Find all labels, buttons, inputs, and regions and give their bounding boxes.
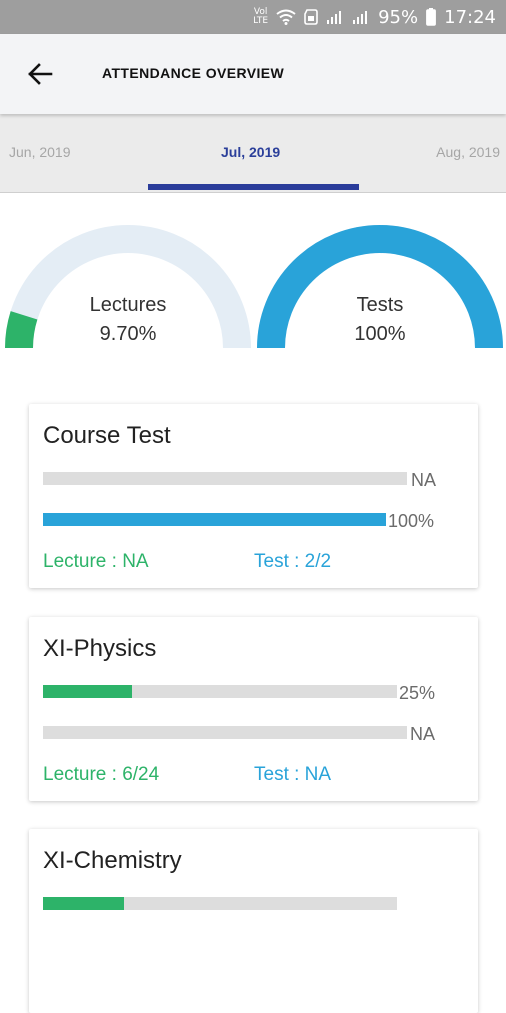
test-progress-percent: 100% [388,511,435,531]
arrow-left-icon [28,63,53,85]
page-title: ATTENDANCE OVERVIEW [102,65,285,81]
lecture-progress-bar [43,472,407,485]
test-count: Test : 2/2 [254,551,332,572]
tests-value: 100% [354,323,406,345]
app-bar: ATTENDANCE OVERVIEW [0,34,506,114]
tab-current-month[interactable]: Jul, 2019 [221,144,280,160]
course-name: Course Test [43,422,171,449]
lecture-progress-bar [43,897,397,910]
course-card-course-test[interactable]: Course Test NA 100% Lecture : NA Test : … [29,404,478,588]
lecture-count: Lecture : NA [43,551,149,572]
status-icons: Vol LTE 95% 17:24 [253,0,496,34]
test-progress-bar [43,513,386,526]
lectures-label: Lectures [89,294,167,316]
test-count: Test : NA [254,764,332,785]
lecture-progress-percent: 25% [399,683,436,703]
course-name: XI-Chemistry [43,847,182,874]
course-name: XI-Physics [43,635,157,662]
signal-icon-2 [352,9,370,25]
tab-next-month[interactable]: Aug, 2019 [436,144,500,160]
test-progress-bar [43,726,407,739]
wifi-icon [276,9,296,25]
month-tabs: Jun, 2019 Jul, 2019 Aug, 2019 [0,114,506,193]
lecture-progress-fill [43,685,132,698]
tab-previous-month[interactable]: Jun, 2019 [9,144,71,160]
battery-icon [426,8,437,26]
lectures-value: 9.70% [99,323,157,345]
lecture-count: Lecture : 6/24 [43,764,160,785]
tab-indicator [148,184,359,190]
tests-gauge: Tests 100% [256,224,504,350]
lecture-progress-percent: NA [411,470,437,490]
back-button[interactable] [20,56,60,92]
test-progress-percent: NA [410,724,436,744]
volte-icon: Vol LTE [253,7,269,26]
tests-label: Tests [356,294,404,316]
course-card-xi-physics[interactable]: XI-Physics 25% NA Lecture : 6/24 Test : … [29,617,478,801]
status-bar: Vol LTE 95% 17:24 [0,0,506,34]
sim-card-icon [304,9,318,25]
course-card-xi-chemistry[interactable]: XI-Chemistry [29,829,478,1013]
lecture-progress-bar [43,685,397,698]
lecture-progress-fill [43,897,125,910]
battery-percent: 95% [378,6,419,28]
test-progress-fill [43,513,386,526]
lectures-gauge: Lectures 9.70% [4,224,252,350]
clock: 17:24 [444,6,496,28]
signal-icon [326,9,344,25]
